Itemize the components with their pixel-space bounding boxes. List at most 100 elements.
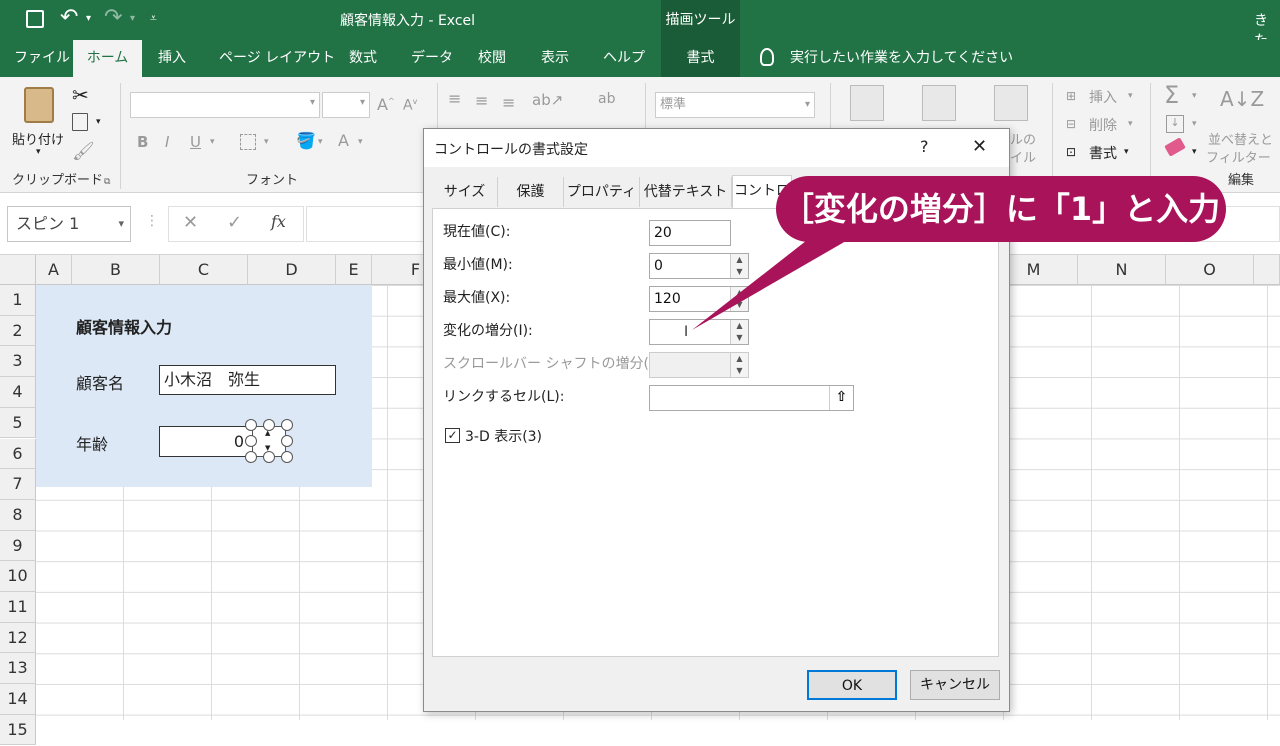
age-value: 0 — [233, 432, 244, 451]
age-textbox[interactable]: 0 — [159, 426, 259, 457]
tab-review[interactable]: 校閲 — [478, 40, 506, 77]
qat-customize-icon[interactable]: ⩡ — [150, 11, 157, 26]
selection-handle[interactable] — [281, 451, 293, 463]
row-header[interactable]: 6 — [0, 438, 36, 470]
incremental-change-label: 変化の増分(I): — [443, 323, 533, 339]
page-change-input: ▲ ▼ — [649, 352, 749, 378]
clipboard-paste-icon[interactable] — [24, 87, 54, 123]
save-icon[interactable] — [26, 10, 44, 28]
row-header[interactable]: 2 — [0, 315, 36, 347]
column-header-d[interactable]: D — [248, 255, 336, 285]
help-button[interactable]: ? — [920, 137, 929, 156]
tab-properties[interactable]: プロパティ — [564, 177, 640, 207]
column-header-c[interactable]: C — [160, 255, 248, 285]
tab-help[interactable]: ヘルプ — [603, 40, 645, 77]
format-painter-icon[interactable]: 🖌 — [72, 141, 95, 162]
selection-handle[interactable] — [281, 435, 293, 447]
fill-color-icon: 🪣 — [296, 131, 316, 150]
column-header-o[interactable]: O — [1166, 255, 1254, 285]
column-header-b[interactable]: B — [72, 255, 160, 285]
column-header-n[interactable]: N — [1078, 255, 1166, 285]
ok-button[interactable]: OK — [807, 670, 897, 700]
close-icon[interactable]: ✕ — [972, 136, 987, 157]
customer-name-textbox[interactable]: 小木沼 弥生 — [159, 365, 336, 395]
paste-button[interactable]: 貼り付け — [12, 129, 64, 148]
selection-handle[interactable] — [281, 419, 293, 431]
clear-dropdown-icon[interactable]: ▾ — [1192, 147, 1197, 157]
paste-dropdown-icon[interactable]: ▾ — [36, 147, 41, 157]
name-box-value: スピン 1 — [16, 214, 80, 233]
tab-insert[interactable]: 挿入 — [158, 40, 186, 77]
insert-cells-icon: ⊞ — [1066, 89, 1077, 103]
collapse-dialog-icon[interactable]: ⇧ — [829, 386, 853, 410]
title-bar: ↶ ▾ ↷ ▾ ⩡ 顧客情報入力 - Excel 描画ツール きた — [0, 0, 1280, 49]
tab-view[interactable]: 表示 — [541, 40, 569, 77]
selection-handle[interactable] — [245, 419, 257, 431]
format-cells-label[interactable]: 書式 — [1089, 143, 1117, 163]
instruction-callout: ［変化の増分］に「1」と入力 — [776, 176, 1226, 242]
tab-alt-text[interactable]: 代替テキスト — [640, 177, 732, 207]
insert-cells-label: 挿入 — [1089, 90, 1117, 106]
tab-protection[interactable]: 保護 — [498, 177, 564, 207]
sheet-title: 顧客情報入力 — [76, 318, 173, 337]
cell-link-input[interactable]: ⇧ — [649, 385, 854, 411]
insert-dropdown-icon: ▾ — [1128, 91, 1133, 101]
row-header[interactable]: 10 — [0, 561, 36, 592]
dialog-title: コントロールの書式設定 — [434, 142, 588, 158]
row-header[interactable]: 11 — [0, 592, 36, 623]
lightbulb-icon — [760, 48, 774, 66]
cancel-button[interactable]: キャンセル — [910, 670, 1000, 700]
row-header[interactable]: 1 — [0, 285, 36, 316]
format-dropdown-icon[interactable]: ▾ — [1124, 147, 1129, 157]
copy-icon[interactable] — [72, 113, 88, 131]
selection-handle[interactable] — [263, 419, 275, 431]
window-title: 顧客情報入力 - Excel — [340, 13, 476, 29]
format-cells-icon[interactable]: ⊡ — [1066, 145, 1076, 159]
chevron-down-icon[interactable]: ▾ — [118, 207, 124, 241]
row-header[interactable]: 14 — [0, 684, 36, 715]
tab-size[interactable]: サイズ — [432, 177, 498, 207]
row-header[interactable]: 13 — [0, 653, 36, 685]
page-change-spinner: ▲ ▼ — [730, 353, 748, 377]
tab-file[interactable]: ファイル — [14, 40, 70, 77]
tab-home[interactable]: ホーム — [73, 40, 142, 77]
column-header-a[interactable]: A — [36, 255, 72, 285]
page-change-label: スクロールバー シャフトの増分(P): — [443, 356, 668, 372]
insert-function-icon[interactable]: fx — [271, 212, 286, 231]
3d-shading-label[interactable]: 3-D 表示(3) — [465, 426, 542, 446]
column-header-e[interactable]: E — [336, 255, 372, 285]
tab-formulas[interactable]: 数式 — [349, 40, 377, 77]
sort-filter-icon: A↓Z — [1220, 87, 1265, 111]
row-header[interactable]: 7 — [0, 469, 36, 500]
selection-handle[interactable] — [245, 451, 257, 463]
chevron-down-icon: ▾ — [804, 99, 810, 110]
column-header-p[interactable] — [1254, 255, 1280, 285]
selection-handle[interactable] — [245, 435, 257, 447]
row-header[interactable]: 5 — [0, 407, 36, 439]
row-header[interactable]: 15 — [0, 714, 36, 746]
row-header[interactable]: 3 — [0, 346, 36, 378]
underline-icon: U — [190, 133, 201, 151]
undo-icon[interactable]: ↶ — [60, 5, 78, 30]
dialog-launcher-icon[interactable]: ⧉ — [104, 177, 110, 187]
name-box[interactable]: スピン 1 ▾ — [7, 206, 131, 242]
undo-dropdown-icon[interactable]: ▾ — [86, 13, 91, 24]
redo-dropdown-icon: ▾ — [130, 13, 136, 24]
row-header[interactable]: 4 — [0, 377, 36, 408]
tell-me-search[interactable]: 実行したい作業を入力してください — [790, 40, 1013, 77]
3d-shading-checkbox[interactable]: ✓ — [445, 428, 460, 443]
tab-data[interactable]: データ — [411, 40, 453, 77]
copy-dropdown-icon[interactable]: ▾ — [96, 117, 101, 127]
row-header[interactable]: 9 — [0, 530, 36, 562]
cut-icon[interactable]: ✂ — [72, 83, 89, 107]
clear-icon[interactable] — [1164, 137, 1186, 157]
row-header[interactable]: 12 — [0, 622, 36, 654]
fill-down-icon: ↓ — [1166, 115, 1184, 133]
number-format-value: 標準 — [660, 97, 687, 112]
tab-page-layout[interactable]: ページ レイアウト — [219, 40, 335, 77]
selection-handle[interactable] — [263, 451, 275, 463]
select-all-corner[interactable] — [0, 255, 36, 285]
row-header[interactable]: 8 — [0, 499, 36, 531]
group-font-label: フォント — [246, 173, 299, 188]
tab-format[interactable]: 書式 — [661, 40, 740, 77]
